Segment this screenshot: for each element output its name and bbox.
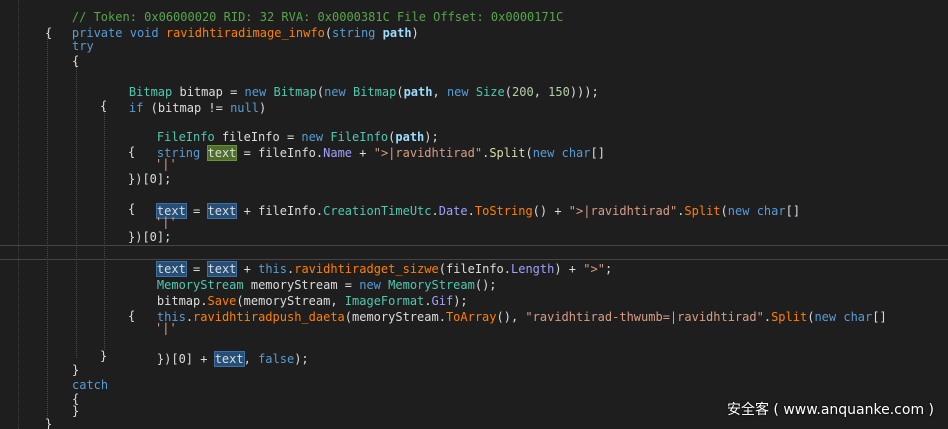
string-literal: "ravidhtirad-thwumb=|ravidhtirad"	[525, 310, 764, 324]
number: 200	[512, 85, 534, 99]
type-name: Bitmap	[273, 85, 317, 99]
code-line[interactable]: string text = fileInfo.Name + ">|ravidht…	[128, 129, 605, 161]
code-line[interactable]: Bitmap bitmap = new Bitmap(new Bitmap(pa…	[100, 68, 599, 99]
code-line[interactable]: '|'	[155, 156, 177, 172]
code-line[interactable]: {	[100, 98, 107, 114]
identifier: memoryStream	[352, 310, 439, 324]
index-expression: })[0];	[128, 230, 172, 244]
identifier: fileInfo	[258, 204, 316, 218]
code-line[interactable]: text = text + fileInfo.CreationTimeUtc.D…	[128, 187, 800, 219]
char-literal: '|'	[155, 157, 177, 171]
number: 150	[548, 85, 570, 99]
code-line[interactable]: {	[128, 308, 135, 324]
index-expression: })[0];	[128, 172, 172, 186]
keyword: char	[756, 204, 786, 218]
property: CreationTimeUtc	[323, 204, 432, 218]
keyword: new	[446, 85, 469, 99]
brace: {	[128, 145, 136, 159]
code-line[interactable]: }	[100, 348, 107, 364]
code-line[interactable]: MemoryStream memoryStream = new MemorySt…	[128, 261, 497, 292]
brace: {	[128, 202, 136, 216]
keyword: char	[561, 146, 591, 160]
code-line[interactable]: text = text + this.ravidhtiradget_sizwe(…	[128, 245, 612, 277]
keyword: false	[258, 352, 295, 366]
brace: {	[45, 26, 53, 40]
keyword: string	[332, 26, 376, 40]
property: Date	[438, 204, 468, 218]
indent-guide	[76, 62, 78, 358]
code-line[interactable]: '|'	[155, 320, 177, 336]
string-literal: ">"	[583, 262, 605, 276]
highlighted-identifier: text	[206, 203, 238, 219]
property: Name	[323, 146, 353, 160]
method-call: Split	[489, 146, 526, 160]
code-line[interactable]: {	[128, 201, 135, 217]
code-line[interactable]: }	[72, 362, 79, 378]
brace: {	[128, 309, 136, 323]
code-line[interactable]: try	[72, 38, 94, 54]
method-call: ToArray	[445, 310, 497, 324]
highlighted-identifier: text	[206, 145, 238, 161]
code-line[interactable]: this.ravidhtiradpush_daeta(memoryStream.…	[128, 293, 887, 324]
property: Length	[511, 262, 555, 276]
keyword: new	[324, 85, 346, 99]
code-line[interactable]: if (bitmap != null)	[100, 84, 266, 115]
string-literal: ">|ravidhtirad"	[568, 204, 678, 218]
parameter: path	[403, 85, 433, 99]
brace: {	[72, 54, 80, 68]
brace: }	[72, 363, 80, 377]
identifier: fileInfo	[258, 146, 316, 160]
code-line[interactable]: FileInfo fileInfo = new FileInfo(path);	[128, 113, 439, 144]
code-line[interactable]: {	[128, 144, 135, 160]
type-name: Size	[475, 85, 505, 99]
char-literal: '|'	[155, 215, 177, 229]
method-call: ToString	[474, 204, 533, 218]
type-name: Bitmap	[352, 85, 397, 99]
brace: {	[100, 99, 108, 113]
code-line[interactable]: })[0];	[128, 229, 171, 245]
keyword: char	[843, 310, 873, 324]
char-literal: '|'	[155, 321, 177, 335]
method-call: Split	[684, 204, 721, 218]
code-line[interactable]: }	[72, 403, 79, 419]
code-line[interactable]: })[0] + text, false);	[128, 335, 309, 367]
code-line[interactable]: })[0];	[128, 171, 171, 187]
brace: }	[45, 417, 53, 429]
index-expression: })[0] +	[156, 352, 215, 366]
method-call: Split	[771, 310, 808, 324]
code-line[interactable]: }	[45, 416, 52, 429]
code-line[interactable]: {	[72, 53, 79, 69]
parameter: path	[382, 26, 412, 40]
keyword: try	[72, 39, 94, 53]
method-call: ravidhtiradpush_daeta	[193, 310, 345, 324]
gutter-guide	[18, 0, 20, 429]
keyword: void	[129, 26, 159, 40]
code-line[interactable]: bitmap.Save(memoryStream, ImageFormat.Gi…	[128, 277, 468, 308]
code-line[interactable]: // Token: 0x06000020 RID: 32 RVA: 0x0000…	[43, 0, 563, 24]
indent-guide	[47, 30, 49, 420]
highlighted-identifier: text	[213, 351, 245, 367]
keyword: new	[727, 204, 750, 218]
code-line[interactable]: {	[45, 25, 52, 41]
code-line[interactable]: '|'	[155, 214, 177, 230]
brace: }	[72, 404, 80, 418]
watermark: 安全客 ( www.anquanke.com )	[726, 402, 934, 418]
code-line[interactable]: private void ravidhtiradimage_inwfo(stri…	[43, 9, 419, 40]
brace: }	[100, 349, 108, 363]
indent-guide	[104, 108, 106, 350]
keyword: new	[532, 146, 555, 160]
method-name: ravidhtiradimage_inwfo	[165, 26, 325, 40]
code-editor[interactable]: // Token: 0x06000020 RID: 32 RVA: 0x0000…	[0, 0, 948, 429]
keyword: new	[814, 310, 837, 324]
keyword: catch	[72, 378, 109, 392]
string-literal: ">|ravidhtirad"	[373, 146, 483, 160]
